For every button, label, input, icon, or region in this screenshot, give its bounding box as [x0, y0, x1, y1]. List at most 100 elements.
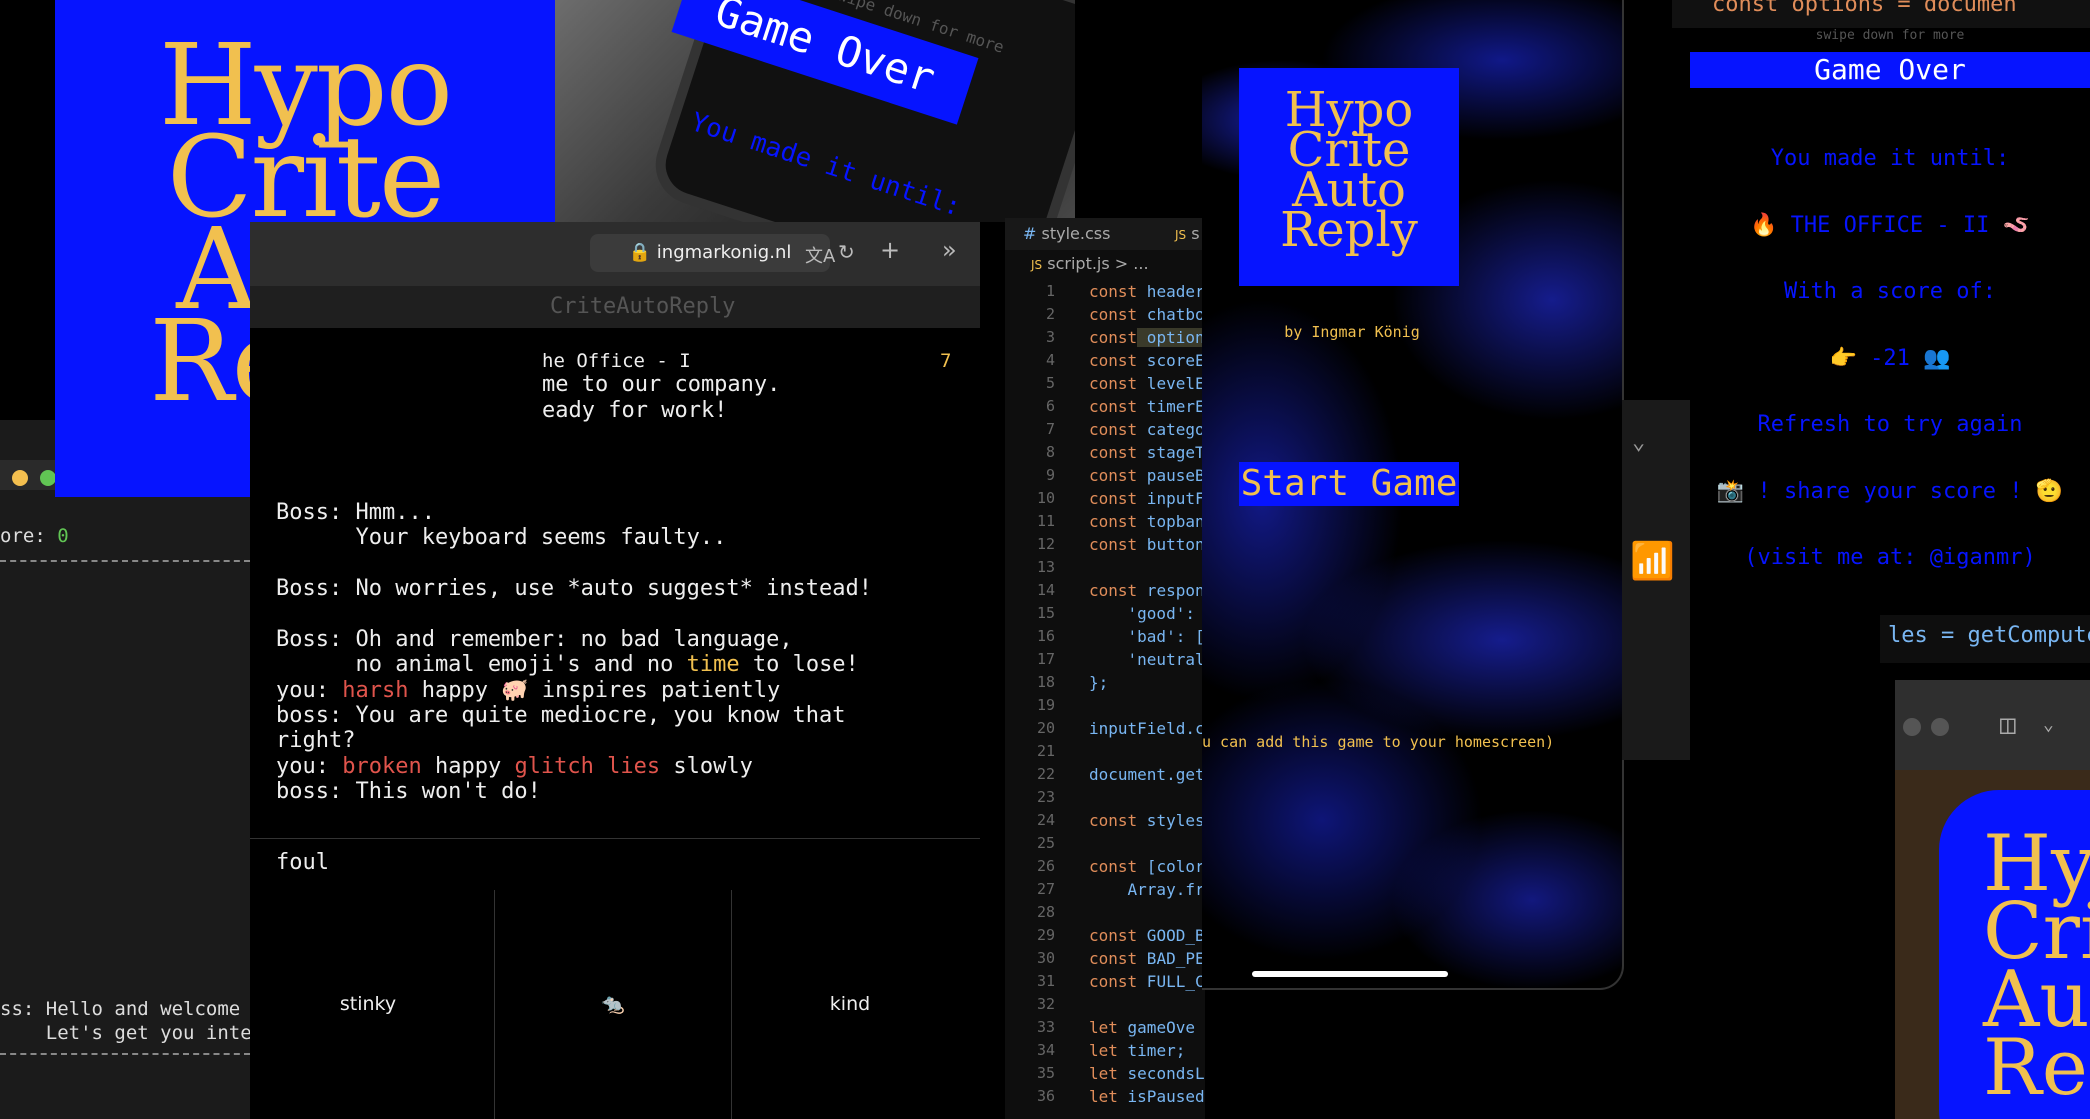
logo-text: Hypo Crite Auto Reply — [1983, 819, 2090, 1113]
chat-line: me to our company. — [542, 372, 781, 397]
chat-line: boss: You are quite mediocre, you know t… — [276, 703, 846, 728]
code-line: const timerE — [1089, 397, 1205, 416]
line-number: 35 — [1036, 1064, 1055, 1082]
start-game-button[interactable]: Start Game — [1239, 462, 1459, 506]
sidebar-icon[interactable]: ◫ — [2000, 710, 2016, 740]
score-value: 0 — [57, 525, 69, 547]
line-number: 1 — [1045, 282, 1055, 300]
level-title: he Office - I — [542, 350, 691, 372]
translate-icon[interactable]: 文A — [805, 242, 835, 268]
line-number: 32 — [1036, 995, 1055, 1013]
divider — [0, 1053, 250, 1055]
app-window: ◫ ⌄ Hypo Crite Auto Reply — [1895, 680, 2090, 1119]
new-tab-button[interactable]: + — [880, 236, 900, 264]
line-number: 25 — [1036, 834, 1055, 852]
zoom-button[interactable] — [40, 470, 56, 486]
wifi-icon: 📶 — [1630, 541, 1675, 582]
line-number: 12 — [1036, 535, 1055, 553]
window-toolbar: ◫ ⌄ — [1895, 680, 2090, 770]
app-logo: Hypo Crite Auto Reply — [1239, 68, 1459, 286]
line-number: 2 — [1045, 305, 1055, 323]
line-number: 19 — [1036, 696, 1055, 714]
game-over-screen: swipe down for more Game Over You made i… — [1690, 28, 2090, 610]
line-number: 20 — [1036, 719, 1055, 737]
code-fragment: les = getCompute — [1880, 615, 2090, 663]
code-line: const options = documen — [1712, 0, 2017, 17]
code-line: const catego — [1089, 420, 1205, 439]
line-number: 30 — [1036, 949, 1055, 967]
minimize-button[interactable] — [12, 470, 28, 486]
swipe-hint: swipe down for more — [1815, 28, 1965, 43]
visit-link[interactable]: (visit me at: @iganmr) — [1690, 545, 2090, 570]
code-line: const stageT — [1089, 443, 1205, 462]
line-number: 22 — [1036, 765, 1055, 783]
line-number: 9 — [1045, 466, 1055, 484]
code-line: Array.fr — [1089, 880, 1205, 899]
code-editor: # style.css JS s JS script.js > ... 1 con… — [1005, 218, 1205, 1119]
code-line: const scoreE — [1089, 351, 1205, 370]
line-number: 11 — [1036, 512, 1055, 530]
line-number: 18 — [1036, 673, 1055, 691]
divider — [0, 560, 250, 562]
line-number: 24 — [1036, 811, 1055, 829]
code-line: inputField.c — [1089, 719, 1205, 738]
line-number: 10 — [1036, 489, 1055, 507]
boss-message-line: ss: Hello and welcome — [0, 998, 241, 1020]
code-line: const header — [1089, 282, 1205, 301]
code-line: const respon — [1089, 581, 1205, 600]
refresh-link[interactable]: Refresh to try again — [1690, 412, 2090, 437]
chevron-down-icon[interactable]: ⌄ — [2043, 714, 2054, 735]
option-button[interactable]: stinky — [250, 890, 486, 1119]
window-control[interactable] — [1903, 718, 1921, 736]
window-control[interactable] — [1931, 718, 1949, 736]
line-number: 8 — [1045, 443, 1055, 461]
address-bar[interactable]: 🔒 ingmarkonig.nl — [590, 234, 830, 272]
byline: by Ingmar König — [1284, 323, 1420, 341]
code-fragment: const options = documen — [1672, 0, 2090, 28]
code-line: const [color — [1089, 857, 1205, 876]
chat-line: eady for work! — [542, 398, 728, 423]
editor-tabs: # style.css JS s — [1005, 218, 1205, 250]
code-line: const pauseB — [1089, 466, 1205, 485]
code-line: const option — [1089, 328, 1205, 347]
code-line: let isPaused — [1089, 1087, 1205, 1106]
chat-box: he Office - I 7 me to our company. eady … — [250, 328, 980, 838]
code-line: document.get — [1089, 765, 1205, 784]
line-number: 28 — [1036, 903, 1055, 921]
code-line: 'neutral — [1089, 650, 1205, 669]
share-button[interactable]: 📸 ! share your score ! 🫡 — [1690, 479, 2090, 504]
line-number: 29 — [1036, 926, 1055, 944]
code-line: }; — [1089, 673, 1109, 692]
code-line: let secondsL — [1089, 1064, 1205, 1083]
line-number: 26 — [1036, 857, 1055, 875]
option-button[interactable]: 🐀 — [494, 890, 732, 1119]
score-line: ore: 0 — [0, 525, 69, 547]
phone-start-screen: Hypo Crite Auto Reply by Ingmar König St… — [1202, 0, 1624, 990]
chat-line: no animal emoji's and no time to lose! — [276, 652, 859, 677]
line-number: 23 — [1036, 788, 1055, 806]
code-line: 'bad': [ — [1089, 627, 1205, 646]
line-number: 17 — [1036, 650, 1055, 668]
home-indicator[interactable] — [1252, 971, 1448, 977]
boss-message-line: Let's get you inte — [0, 1022, 250, 1044]
chevron-down-icon[interactable]: ⌄ — [1632, 430, 1645, 455]
chat-input[interactable]: foul — [276, 850, 329, 875]
line-number: 4 — [1045, 351, 1055, 369]
reload-icon[interactable]: ↻ — [838, 240, 855, 264]
score-label: With a score of: — [1784, 279, 1996, 304]
chat-line: Boss: Hmm... — [276, 500, 435, 525]
line-number: 36 — [1036, 1087, 1055, 1105]
code-line: const styles — [1089, 811, 1205, 830]
tab-style-css[interactable]: # style.css — [1023, 224, 1110, 243]
logo-text: Hypo Crite Auto Reply — [1280, 82, 1418, 258]
page-header: CriteAutoReply — [250, 286, 980, 328]
line-number: 7 — [1045, 420, 1055, 438]
line-number: 33 — [1036, 1018, 1055, 1036]
line-number: 21 — [1036, 742, 1055, 760]
overflow-icon[interactable]: » — [942, 236, 957, 264]
code-line: les = getCompute — [1888, 623, 2090, 648]
option-button[interactable]: kind — [732, 890, 968, 1119]
phone-photo: Game Over swipe down for more You made i… — [555, 0, 1075, 222]
tab-script-js[interactable]: JS s — [1175, 224, 1200, 243]
homescreen-hint: u can add this game to your homescreen) — [1202, 733, 1555, 751]
